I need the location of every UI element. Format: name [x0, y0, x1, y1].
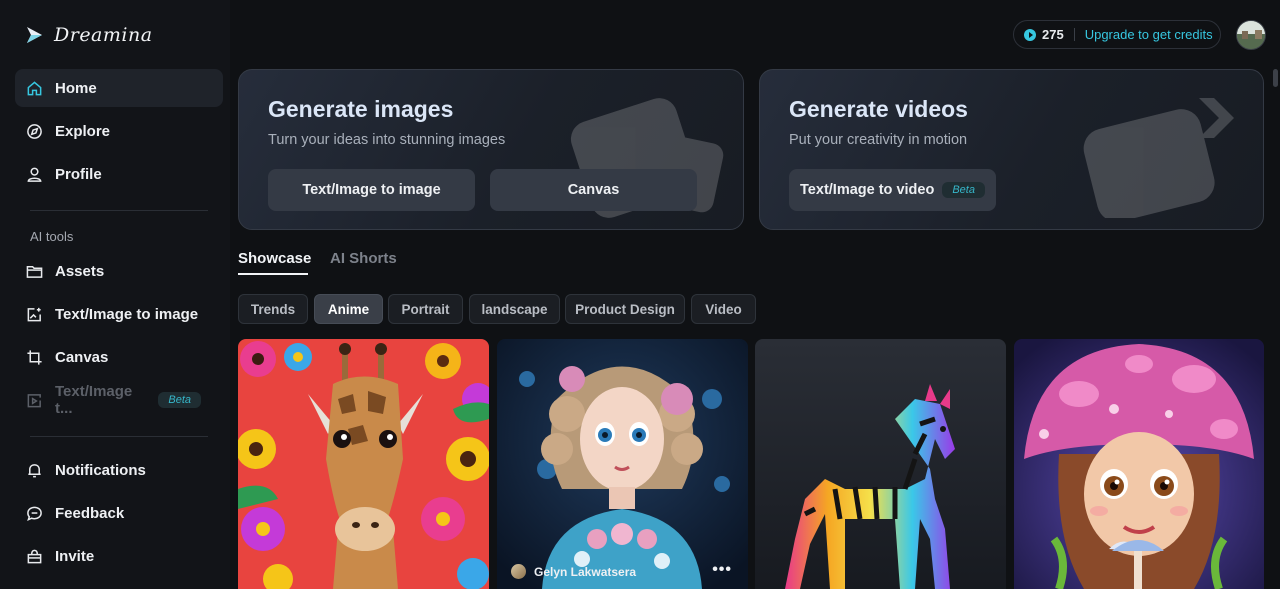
gallery-tile-giraffe[interactable] — [238, 339, 489, 589]
more-options-icon[interactable]: ••• — [712, 561, 732, 579]
filter-portrait[interactable]: Portrait — [388, 294, 463, 324]
chat-icon — [26, 505, 43, 522]
sidebar-item-label: Home — [55, 79, 97, 97]
sidebar-item-label: Invite — [55, 547, 95, 565]
logo[interactable]: Dreamina — [24, 22, 153, 48]
user-avatar[interactable] — [1236, 20, 1266, 50]
sidebar-item-home[interactable]: Home — [15, 69, 223, 107]
sidebar-item-text-image-to-video[interactable]: Text/Image t... Beta — [15, 381, 223, 419]
sidebar-item-invite[interactable]: Invite — [15, 537, 223, 575]
upgrade-link[interactable]: Upgrade to get credits — [1085, 27, 1213, 42]
sidebar-item-assets[interactable]: Assets — [15, 252, 223, 290]
filter-product-design[interactable]: Product Design — [565, 294, 685, 324]
sidebar-item-label: Assets — [55, 262, 105, 280]
sidebar-item-feedback[interactable]: Feedback — [15, 494, 223, 532]
canvas-button[interactable]: Canvas — [490, 169, 697, 211]
zebra-artwork — [755, 339, 1006, 589]
giraffe-artwork — [238, 339, 489, 589]
filter-trends[interactable]: Trends — [238, 294, 308, 324]
sidebar-item-text-image-to-image[interactable]: Text/Image to image — [15, 295, 223, 333]
video-play-icon — [26, 392, 43, 409]
generate-videos-card: Generate videos Put your creativity in m… — [759, 69, 1264, 230]
sidebar-item-label: Profile — [55, 165, 102, 183]
sidebar-divider — [30, 210, 208, 211]
beta-badge: Beta — [158, 392, 201, 408]
card-title: Generate videos — [789, 96, 968, 122]
image-edit-icon — [26, 306, 43, 323]
filter-landscape[interactable]: landscape — [469, 294, 560, 324]
author-name: Gelyn Lakwatsera — [534, 564, 637, 579]
filter-anime[interactable]: Anime — [314, 294, 383, 324]
scrollbar-thumb[interactable] — [1273, 69, 1278, 87]
tab-underline — [238, 273, 308, 275]
tab-showcase[interactable]: Showcase — [238, 250, 311, 267]
dreamina-logo-icon — [27, 27, 42, 43]
credit-separator — [1073, 28, 1075, 41]
video-decoration-icon — [1083, 98, 1234, 218]
tile-author[interactable]: Gelyn Lakwatsera — [511, 564, 636, 579]
compass-icon — [26, 123, 43, 140]
credit-icon — [1024, 28, 1036, 41]
button-label: Text/Image to video — [800, 182, 935, 198]
anime-girl-artwork — [497, 339, 748, 589]
text-image-to-video-button[interactable]: Text/Image to video Beta — [789, 169, 996, 211]
generate-images-card: Generate images Turn your ideas into stu… — [238, 69, 744, 230]
gallery-tile-anime-girl[interactable]: Gelyn Lakwatsera ••• — [497, 339, 748, 589]
sidebar-item-label: Text/Image to image — [55, 305, 199, 323]
card-subtitle: Turn your ideas into stunning images — [268, 132, 506, 148]
beta-badge: Beta — [942, 182, 985, 198]
gift-icon — [26, 548, 43, 565]
mushroom-girl-artwork — [1014, 339, 1264, 589]
sidebar-item-label: Notifications — [55, 461, 146, 479]
author-avatar — [511, 564, 526, 579]
logo-text: Dreamina — [54, 24, 153, 46]
section-label-ai-tools: AI tools — [30, 229, 74, 244]
sidebar-item-explore[interactable]: Explore — [15, 112, 223, 150]
sidebar-item-profile[interactable]: Profile — [15, 155, 223, 193]
folder-icon — [26, 263, 43, 280]
credits-pill[interactable]: 275 Upgrade to get credits — [1013, 20, 1221, 49]
filter-video[interactable]: Video — [691, 294, 756, 324]
card-subtitle: Put your creativity in motion — [789, 132, 968, 148]
user-icon — [26, 166, 43, 183]
credit-count: 275 — [1042, 27, 1064, 42]
sidebar-item-label: Text/Image t... — [55, 383, 133, 417]
sidebar: Dreamina Home Explore Profile AI tools A… — [0, 0, 230, 589]
avatar-image — [1237, 21, 1265, 49]
sidebar-item-notifications[interactable]: Notifications — [15, 451, 223, 489]
sidebar-item-label: Feedback — [55, 504, 125, 522]
home-icon — [26, 80, 43, 97]
crop-icon — [26, 349, 43, 366]
sidebar-divider — [30, 436, 208, 437]
card-title: Generate images — [268, 96, 454, 122]
sidebar-item-canvas[interactable]: Canvas — [15, 338, 223, 376]
sidebar-item-label: Explore — [55, 122, 111, 140]
text-image-to-image-button[interactable]: Text/Image to image — [268, 169, 475, 211]
gallery-tile-mushroom-girl[interactable] — [1014, 339, 1264, 589]
tab-ai-shorts[interactable]: AI Shorts — [330, 250, 397, 267]
bell-icon — [26, 462, 43, 479]
sidebar-item-label: Canvas — [55, 348, 109, 366]
gallery-tile-zebra[interactable] — [755, 339, 1006, 589]
